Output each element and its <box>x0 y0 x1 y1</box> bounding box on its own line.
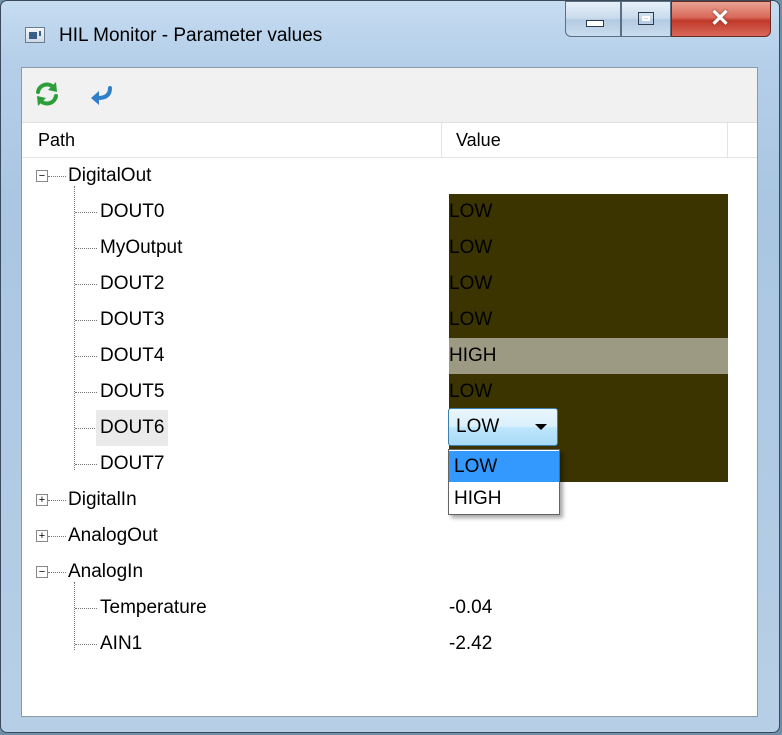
close-icon: ✕ <box>710 5 731 32</box>
tree-item-dout0[interactable]: DOUT0 LOW <box>22 194 757 230</box>
tree-item-label: MyOutput <box>100 237 183 258</box>
tree-group-analogin[interactable]: − AnalogIn <box>22 554 757 590</box>
tree-connector <box>75 392 97 393</box>
value-cell[interactable]: LOW <box>449 194 728 230</box>
tree-connector <box>75 248 97 249</box>
tree-item-label: DOUT3 <box>100 309 165 330</box>
collapse-icon[interactable]: − <box>36 170 48 182</box>
value-cell[interactable]: LOW <box>449 374 728 410</box>
tree-item-dout5[interactable]: DOUT5 LOW <box>22 374 757 410</box>
dropdown-arrow-icon[interactable] <box>535 424 547 430</box>
dropdown-option-low[interactable]: LOW <box>449 451 559 482</box>
close-button[interactable]: ✕ <box>671 1 771 37</box>
refresh-icon <box>36 82 58 106</box>
maximize-icon <box>638 12 654 25</box>
tree-item-label: DOUT6 <box>96 410 169 446</box>
tree-item-label: DOUT2 <box>100 273 165 294</box>
tree-item-label: DOUT5 <box>100 381 165 402</box>
parameter-tree: − DigitalOut DOUT0 LOW MyOutput LOW DOUT… <box>22 158 757 716</box>
tree-group-label: AnalogOut <box>68 525 158 546</box>
dropdown-option-high[interactable]: HIGH <box>449 483 559 514</box>
return-button[interactable] <box>88 82 114 108</box>
tree-item-dout7[interactable]: DOUT7 <box>22 446 757 482</box>
column-header: Path Value <box>22 123 757 158</box>
value-cell[interactable]: LOW <box>449 266 728 302</box>
tree-item-dout2[interactable]: DOUT2 LOW <box>22 266 757 302</box>
value-combobox[interactable]: LOW <box>448 408 558 446</box>
tree-item-dout4[interactable]: DOUT4 HIGH <box>22 338 757 374</box>
tree-connector <box>48 176 66 177</box>
client-area: Path Value − DigitalOut DOUT0 LOW MyOutp… <box>21 67 758 717</box>
column-header-path[interactable]: Path <box>22 123 442 157</box>
value-cell[interactable]: LOW <box>449 302 728 338</box>
tree-item-label: Temperature <box>100 597 207 618</box>
tree-connector <box>48 500 66 501</box>
value-cell[interactable]: HIGH <box>449 338 728 374</box>
tree-connector <box>75 428 97 429</box>
tree-item-dout3[interactable]: DOUT3 LOW <box>22 302 757 338</box>
tree-group-label: DigitalOut <box>68 165 152 186</box>
collapse-icon[interactable]: − <box>36 566 48 578</box>
tree-connector <box>75 212 97 213</box>
main-window: HIL Monitor - Parameter values ✕ Path Va… <box>0 0 780 733</box>
tree-group-label: AnalogIn <box>68 561 144 582</box>
expand-icon[interactable]: + <box>36 530 48 542</box>
tree-connector <box>75 284 97 285</box>
return-arrow-icon <box>91 86 112 105</box>
expand-icon[interactable]: + <box>36 494 48 506</box>
refresh-button[interactable] <box>34 81 60 107</box>
tree-group-label: DigitalIn <box>68 489 137 510</box>
tree-connector <box>75 644 97 645</box>
column-header-value[interactable]: Value <box>442 123 728 157</box>
tree-item-label: AIN1 <box>100 633 143 654</box>
toolbar <box>22 68 757 123</box>
tree-group-digitalin[interactable]: + DigitalIn <box>22 482 757 518</box>
combobox-selected-value: LOW <box>456 416 500 437</box>
tree-group-digitalout[interactable]: − DigitalOut <box>22 158 757 194</box>
tree-item-dout6[interactable]: DOUT6 <box>22 410 757 446</box>
tree-connector <box>48 536 66 537</box>
maximize-button[interactable] <box>621 1 671 37</box>
tree-item-label: DOUT4 <box>100 345 165 366</box>
app-window-icon <box>25 27 45 43</box>
tree-item-myoutput[interactable]: MyOutput LOW <box>22 230 757 266</box>
tree-item-ain1[interactable]: AIN1 -2.42 <box>22 626 757 662</box>
tree-item-temperature[interactable]: Temperature -0.04 <box>22 590 757 626</box>
tree-connector <box>48 572 66 573</box>
value-cell[interactable]: LOW <box>449 230 728 266</box>
tree-connector <box>75 320 97 321</box>
title-bar[interactable]: HIL Monitor - Parameter values ✕ <box>1 1 779 65</box>
tree-connector <box>75 356 97 357</box>
tree-item-label: DOUT0 <box>100 201 165 222</box>
value-cell[interactable]: -0.04 <box>449 590 728 626</box>
value-cell[interactable]: -2.42 <box>449 626 728 662</box>
tree-group-analogout[interactable]: + AnalogOut <box>22 518 757 554</box>
tree-item-label: DOUT7 <box>100 453 165 474</box>
minimize-button[interactable] <box>565 1 621 37</box>
dropdown-list: LOW HIGH <box>448 449 560 515</box>
window-title: HIL Monitor - Parameter values <box>59 25 323 46</box>
tree-connector <box>75 464 97 465</box>
tree-connector <box>75 608 97 609</box>
minimize-icon <box>586 20 604 27</box>
